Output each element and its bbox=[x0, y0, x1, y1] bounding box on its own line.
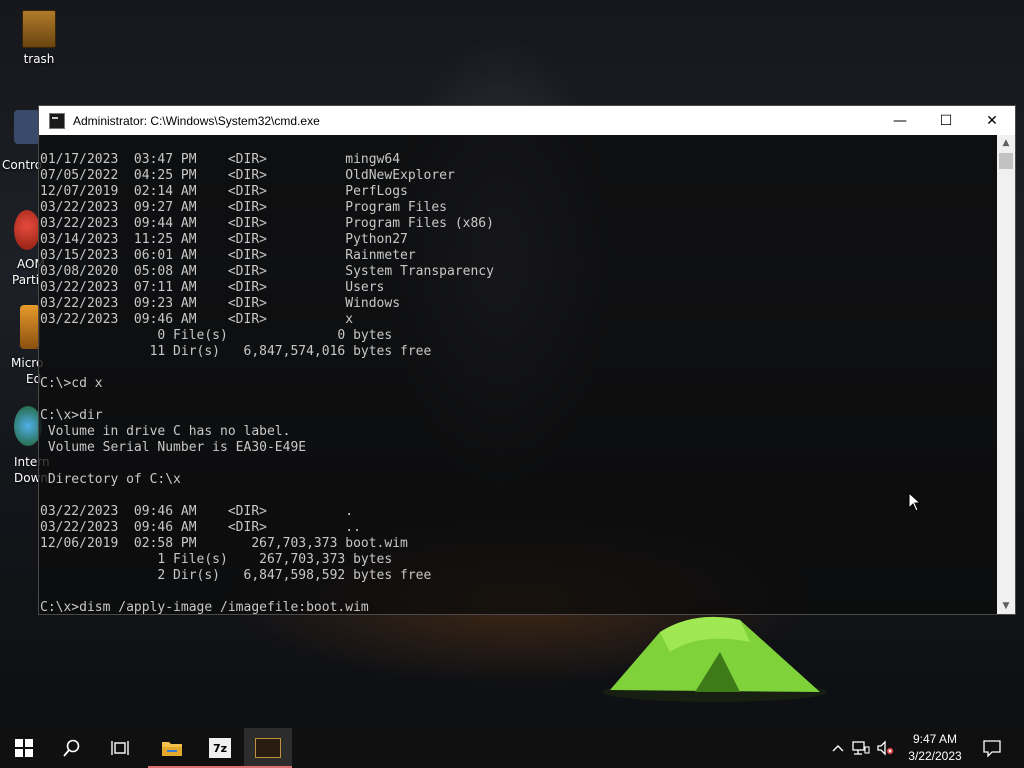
edge-icon bbox=[20, 305, 40, 349]
console-line: 12/06/2019 02:58 PM 267,703,373 boot.wim bbox=[40, 536, 408, 551]
task-view-button[interactable] bbox=[96, 728, 144, 768]
console-line: 03/22/2023 09:46 AM <DIR> .. bbox=[40, 520, 361, 535]
window-titlebar[interactable]: Administrator: C:\Windows\System32\cmd.e… bbox=[39, 106, 1015, 135]
7zip-icon: 7z bbox=[209, 738, 231, 758]
console-line: 03/14/2023 11:25 AM <DIR> Python27 bbox=[40, 232, 408, 247]
console-line: 03/15/2023 06:01 AM <DIR> Rainmeter bbox=[40, 248, 416, 263]
console-line: 0 File(s) 0 bytes bbox=[40, 328, 393, 343]
windows-logo-icon bbox=[15, 739, 33, 757]
console-line: 11 Dir(s) 6,847,574,016 bytes free bbox=[40, 344, 432, 359]
control-panel-icon bbox=[14, 110, 40, 144]
console-line: C:\>cd x bbox=[40, 376, 103, 391]
console-line: Volume in drive C has no label. bbox=[40, 424, 291, 439]
console-line: 2 Dir(s) 6,847,598,592 bytes free bbox=[40, 568, 432, 583]
search-button[interactable] bbox=[48, 728, 96, 768]
taskbar-clock[interactable]: 9:47 AM 3/22/2023 bbox=[893, 728, 977, 768]
network-icon bbox=[852, 741, 870, 755]
minimize-button[interactable]: — bbox=[877, 106, 923, 135]
search-icon bbox=[63, 739, 80, 757]
console-line: 03/22/2023 09:46 AM <DIR> x bbox=[40, 312, 354, 327]
taskbar: 7z 9:47 AM 3/22/2023 bbox=[0, 728, 1024, 768]
mouse-cursor-icon bbox=[908, 492, 922, 512]
tray-overflow-button[interactable] bbox=[828, 728, 848, 768]
taskbar-app-7zip[interactable]: 7z bbox=[196, 728, 244, 768]
console-line: 03/22/2023 09:46 AM <DIR> . bbox=[40, 504, 354, 519]
console-line: C:\x>dir bbox=[40, 408, 103, 423]
clock-date: 3/22/2023 bbox=[908, 749, 962, 763]
vertical-scrollbar[interactable]: ▲ ▼ bbox=[997, 135, 1015, 614]
start-button[interactable] bbox=[0, 728, 48, 768]
console-line: Volume Serial Number is EA30-E49E bbox=[40, 440, 307, 455]
wallpaper-tent bbox=[603, 616, 827, 702]
console-line: 1 File(s) 267,703,373 bytes bbox=[40, 552, 393, 567]
console-line: Directory of C:\x bbox=[40, 472, 181, 487]
console-line: 03/22/2023 09:23 AM <DIR> Windows bbox=[40, 296, 401, 311]
close-button[interactable]: ✕ bbox=[969, 106, 1015, 135]
scroll-thumb[interactable] bbox=[999, 153, 1013, 169]
console-line: C:\x>dism /apply-image /imagefile:boot.w… bbox=[40, 600, 369, 614]
console-line: 03/22/2023 09:27 AM <DIR> Program Files bbox=[40, 200, 447, 215]
clock-time: 9:47 AM bbox=[912, 732, 958, 746]
taskbar-app-file-explorer[interactable] bbox=[148, 728, 196, 768]
console-output[interactable]: 01/17/2023 03:47 PM <DIR> mingw64 07/05/2… bbox=[39, 135, 997, 614]
console-line: 01/17/2023 03:47 PM <DIR> mingw64 bbox=[40, 152, 401, 167]
7zip-icon-label: 7z bbox=[212, 741, 228, 755]
volume-muted-icon bbox=[877, 740, 894, 756]
console-line: 12/07/2019 02:14 AM <DIR> PerfLogs bbox=[40, 184, 408, 199]
notifications-button[interactable] bbox=[978, 728, 1006, 768]
cmd-icon bbox=[49, 112, 65, 129]
file-explorer-icon bbox=[162, 742, 182, 756]
notification-icon bbox=[983, 740, 1001, 757]
scroll-up-arrow-icon[interactable]: ▲ bbox=[997, 135, 1015, 151]
aomei-icon bbox=[14, 210, 40, 250]
console-line: 07/05/2022 04:25 PM <DIR> OldNewExplorer bbox=[40, 168, 455, 183]
console-line: 03/22/2023 09:44 AM <DIR> Program Files … bbox=[40, 216, 494, 231]
maximize-button[interactable]: ☐ bbox=[923, 106, 969, 135]
desktop-icon-label: Parti bbox=[12, 273, 40, 287]
chevron-up-icon bbox=[832, 745, 844, 752]
trash-icon bbox=[22, 10, 56, 48]
desktop-icon-label: trash bbox=[23, 52, 55, 66]
cmd-window[interactable]: Administrator: C:\Windows\System32\cmd.e… bbox=[38, 105, 1016, 615]
console-line: 03/22/2023 07:11 AM <DIR> Users bbox=[40, 280, 385, 295]
console-line: 03/08/2020 05:08 AM <DIR> System Transpa… bbox=[40, 264, 494, 279]
scroll-down-arrow-icon[interactable]: ▼ bbox=[997, 598, 1015, 614]
desktop-icon-label: Contro bbox=[2, 158, 43, 172]
task-view-icon bbox=[111, 741, 129, 755]
taskbar-app-cmd[interactable] bbox=[244, 728, 292, 768]
cmd-icon bbox=[255, 738, 281, 758]
desktop-icon-trash[interactable]: trash bbox=[1, 10, 77, 66]
window-title: Administrator: C:\Windows\System32\cmd.e… bbox=[73, 113, 320, 128]
network-button[interactable] bbox=[850, 728, 872, 768]
